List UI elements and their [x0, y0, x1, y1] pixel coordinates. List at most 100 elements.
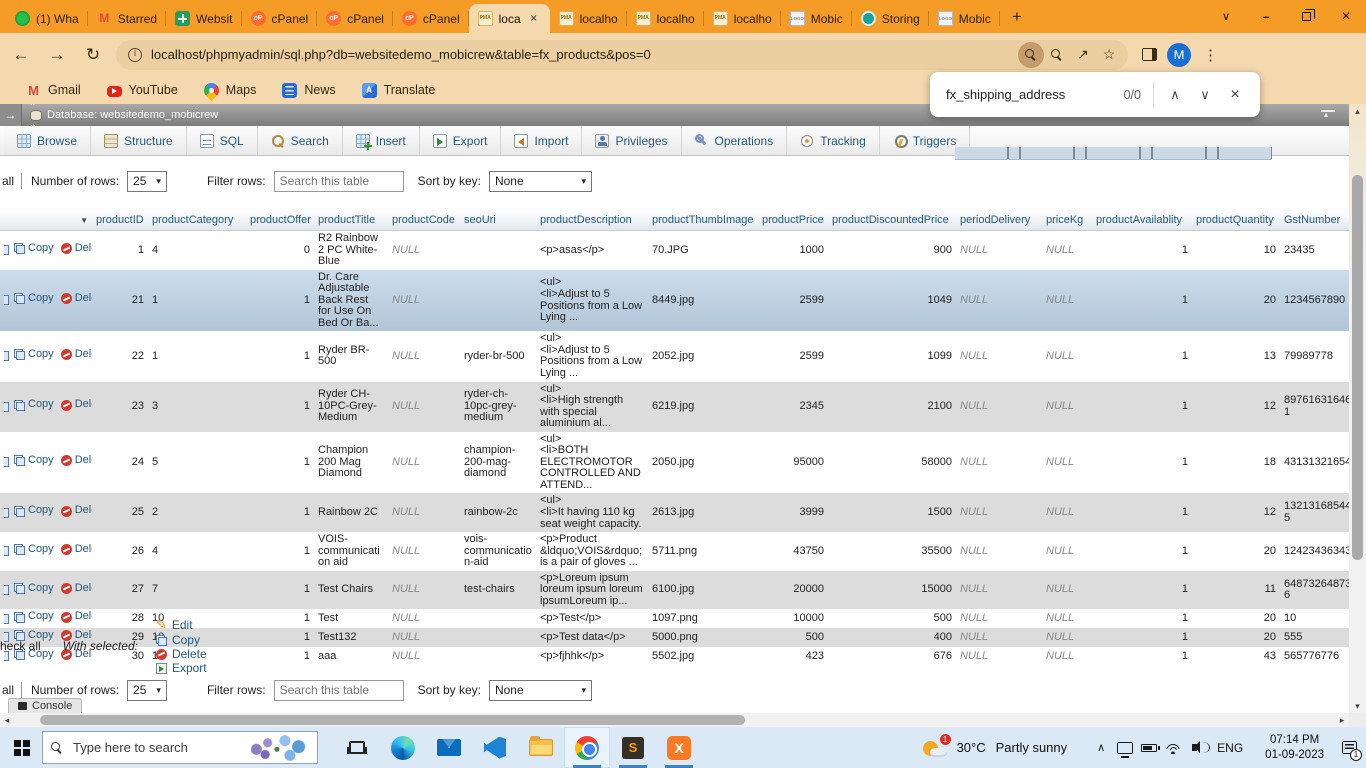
breadcrumb-item[interactable]: Database: websitedemo_mobicrew — [30, 109, 218, 121]
copy-row-link[interactable]: Copy — [14, 455, 54, 467]
browser-tab[interactable]: (1) Wha — [6, 4, 88, 33]
browser-tab[interactable]: cPanel — [242, 4, 318, 33]
browser-tab[interactable]: Starred — [88, 4, 166, 33]
forward-button[interactable] — [42, 40, 72, 70]
browser-tab[interactable]: Mobic — [929, 4, 1000, 33]
bookmark-maps[interactable]: Maps — [204, 83, 257, 98]
rows-select[interactable]: 25 — [127, 680, 167, 701]
delete-row-link[interactable]: Delete — [61, 293, 92, 305]
weather-widget[interactable]: 1 30°C Partly sunny — [923, 737, 1068, 759]
console-tab[interactable]: Console — [8, 698, 82, 713]
share-icon[interactable] — [1070, 42, 1096, 68]
mail-taskbar-button[interactable] — [426, 727, 472, 768]
browser-tab[interactable]: cPanel — [393, 4, 469, 33]
notification-center[interactable]: 1 — [1336, 727, 1362, 768]
copy-row-link[interactable]: Copy — [14, 243, 54, 255]
back-button[interactable] — [6, 40, 36, 70]
filter-input[interactable] — [274, 171, 404, 192]
check-all-label[interactable]: heck all — [0, 639, 41, 653]
new-tab-button[interactable]: + — [1004, 4, 1030, 30]
column-header-periodDelivery[interactable]: periodDelivery — [956, 210, 1042, 231]
side-panel-icon[interactable] — [1142, 48, 1157, 61]
bookmark-gmail[interactable]: Gmail — [26, 83, 81, 98]
bookmark-youtube[interactable]: YouTube — [107, 83, 178, 97]
find-previous-icon[interactable] — [1160, 80, 1190, 110]
cast-tray-icon[interactable] — [1113, 727, 1137, 768]
browser-tab[interactable]: localho — [550, 4, 627, 33]
edit-selected-button[interactable]: Edit — [156, 617, 207, 633]
battery-tray-icon[interactable] — [1137, 727, 1161, 768]
column-header-GstNumber[interactable]: GstNumber — [1280, 210, 1349, 231]
delete-row-link[interactable]: Delete — [61, 505, 92, 517]
delete-row-link[interactable]: Delete — [61, 544, 92, 556]
column-header-priceKg[interactable]: priceKg — [1042, 210, 1092, 231]
copy-row-link[interactable]: Copy — [14, 583, 54, 595]
delete-row-link[interactable]: Delete — [61, 583, 92, 595]
delete-row-link[interactable]: Delete — [61, 399, 92, 411]
close-button[interactable] — [1326, 0, 1366, 33]
horizontal-scrollbar-thumb[interactable] — [40, 715, 745, 725]
sort-select[interactable]: None — [489, 171, 592, 192]
wifi-tray-icon[interactable] — [1161, 727, 1185, 768]
horizontal-scrollbar[interactable] — [0, 713, 1349, 727]
copy-row-link[interactable]: Copy — [14, 544, 54, 556]
find-input[interactable]: fx_shipping_address — [946, 87, 1124, 102]
scroll-down-icon[interactable] — [1349, 699, 1366, 713]
browser-tab[interactable]: localho — [704, 4, 781, 33]
browser-tab[interactable]: cPanel — [317, 4, 393, 33]
taskbar-search[interactable]: Type here to search — [42, 731, 318, 764]
nav-panel-toggle-icon[interactable] — [0, 104, 22, 126]
column-options-caret-icon[interactable] — [80, 214, 88, 226]
column-header-productPrice[interactable]: productPrice — [758, 210, 828, 231]
pma-tab-browse[interactable]: Browse — [4, 126, 91, 155]
show-all-label[interactable]: all — [2, 683, 14, 697]
copy-row-link[interactable]: Copy — [14, 399, 54, 411]
language-indicator[interactable]: ENG — [1217, 741, 1243, 755]
column-header-productDiscountedPrice[interactable]: productDiscountedPrice — [828, 210, 956, 231]
pma-tab-sql[interactable]: SQL — [187, 126, 258, 155]
browser-tab[interactable]: Websit — [166, 4, 241, 33]
copy-row-link[interactable]: Copy — [14, 611, 54, 623]
pma-tab-operations[interactable]: Operations — [682, 126, 788, 155]
vertical-scrollbar[interactable] — [1349, 104, 1366, 713]
find-close-icon[interactable] — [1220, 80, 1250, 110]
start-button[interactable] — [0, 727, 42, 768]
bookmark-news[interactable]: News — [282, 83, 335, 98]
column-header-productTitle[interactable]: productTitle — [314, 210, 388, 231]
tab-close-icon[interactable] — [527, 12, 541, 26]
explorer-taskbar-button[interactable] — [518, 727, 564, 768]
delete-selected-button[interactable]: Delete — [156, 647, 207, 661]
reload-button[interactable] — [78, 40, 108, 70]
url-text[interactable]: localhost/phpmyadmin/sql.php?db=websited… — [151, 47, 1018, 62]
row-options-header[interactable] — [0, 210, 92, 231]
column-header-productOffer[interactable]: productOffer — [246, 210, 314, 231]
browser-tab[interactable]: Mobic — [781, 4, 852, 33]
rows-select[interactable]: 25 — [127, 171, 167, 192]
browser-menu-icon[interactable] — [1201, 46, 1226, 64]
export-selected-button[interactable]: Export — [156, 661, 207, 675]
find-in-page-active-icon[interactable] — [1018, 42, 1044, 68]
column-header-productQuantity[interactable]: productQuantity — [1192, 210, 1280, 231]
bookmark-star-icon[interactable] — [1096, 42, 1122, 68]
clock[interactable]: 07:14 PM 01-09-2023 — [1265, 733, 1324, 763]
sort-select[interactable]: None — [489, 680, 592, 701]
address-bar[interactable]: localhost/phpmyadmin/sql.php?db=websited… — [116, 40, 1128, 70]
column-header-productID[interactable]: productID — [92, 210, 148, 231]
delete-row-link[interactable]: Delete — [61, 349, 92, 361]
profile-avatar[interactable]: M — [1167, 43, 1191, 67]
copy-row-link[interactable]: Copy — [14, 505, 54, 517]
column-header-productCode[interactable]: productCode — [388, 210, 460, 231]
delete-row-link[interactable]: Delete — [61, 455, 92, 467]
xampp-taskbar-button[interactable] — [656, 727, 702, 768]
pma-tab-privileges[interactable]: Privileges — [582, 126, 681, 155]
minimize-button[interactable] — [1246, 0, 1286, 33]
copy-row-link[interactable]: Copy — [14, 293, 54, 305]
task-view-taskbar-button[interactable] — [334, 727, 380, 768]
delete-row-link[interactable]: Delete — [61, 243, 92, 255]
column-header-productThumbImage[interactable]: productThumbImage — [648, 210, 758, 231]
browser-tab[interactable]: Storing — [852, 4, 929, 33]
pma-tab-search[interactable]: Search — [258, 126, 343, 155]
hidden-icons-chevron[interactable] — [1089, 727, 1113, 768]
show-all-label[interactable]: all — [2, 174, 14, 188]
site-info-icon[interactable] — [128, 48, 142, 62]
